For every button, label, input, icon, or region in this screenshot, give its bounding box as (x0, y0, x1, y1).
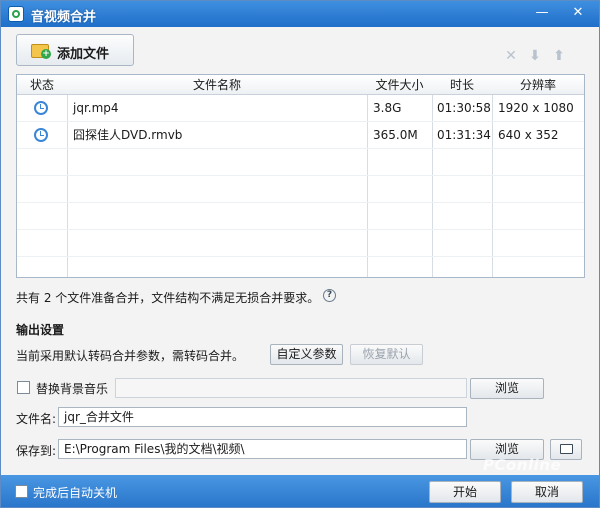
file-name: 囧探佳人DVD.rmvb (73, 128, 183, 142)
move-up-icon[interactable]: ⬆ (552, 49, 566, 63)
file-duration: 01:31:34 (437, 128, 491, 142)
file-duration: 01:30:58 (437, 101, 491, 115)
file-resolution: 1920 x 1080 (498, 101, 574, 115)
start-button[interactable]: 开始 (429, 481, 501, 503)
file-size: 3.8G (373, 101, 402, 115)
file-name: jqr.mp4 (73, 101, 119, 115)
app-icon (8, 6, 24, 22)
filename-input[interactable]: jqr_合并文件 (58, 407, 467, 427)
header-status[interactable]: 状态 (17, 75, 67, 95)
minimize-button[interactable]: — (533, 4, 551, 22)
window-title: 音视频合并 (31, 10, 97, 25)
auto-shutdown-label: 完成后自动关机 (33, 486, 118, 500)
file-resolution: 640 x 352 (498, 128, 559, 142)
file-size: 365.0M (373, 128, 418, 142)
param-status-text: 当前采用默认转码合并参数，需转码合并。 (16, 349, 245, 363)
save-path-input[interactable]: E:\Program Files\我的文档\视频\ (58, 439, 467, 459)
clock-icon (34, 128, 48, 142)
file-table: 状态 文件名称 文件大小 时长 分辨率 jqr.mp4 3.8G 01:30:5… (16, 74, 585, 278)
merge-window: 音视频合并 — ✕ + 添加文件 ✕ ⬇ ⬆ 状态 文件名称 文件大小 时长 分… (0, 0, 600, 508)
merge-info-text: 共有 2 个文件准备合并，文件结构不满足无损合并要求。 (16, 291, 320, 305)
music-path-input[interactable] (115, 378, 467, 398)
header-filename[interactable]: 文件名称 (67, 75, 367, 95)
folder-add-icon: + (31, 44, 51, 59)
title-bar: 音视频合并 — ✕ (1, 1, 599, 27)
table-row-empty (17, 176, 584, 203)
table-row-empty (17, 230, 584, 257)
footer-bar: 完成后自动关机 开始 取消 (1, 475, 599, 507)
table-row-empty (17, 149, 584, 176)
cancel-button[interactable]: 取消 (511, 481, 583, 503)
table-header: 状态 文件名称 文件大小 时长 分辨率 (17, 75, 584, 95)
clock-icon (34, 101, 48, 115)
delete-icon[interactable]: ✕ (504, 49, 518, 63)
table-row[interactable]: jqr.mp4 3.8G 01:30:58 1920 x 1080 (17, 95, 584, 122)
table-row[interactable]: 囧探佳人DVD.rmvb 365.0M 01:31:34 640 x 352 (17, 122, 584, 149)
browse-music-button[interactable]: 浏览 (470, 378, 544, 399)
save-path-label: 保存到: (16, 444, 57, 458)
filename-label: 文件名: (16, 412, 57, 426)
header-filesize[interactable]: 文件大小 (367, 75, 432, 95)
header-resolution[interactable]: 分辨率 (492, 75, 584, 95)
custom-params-button[interactable]: 自定义参数 (270, 344, 343, 365)
header-duration[interactable]: 时长 (432, 75, 492, 95)
help-icon[interactable]: ? (323, 289, 336, 302)
watermark-logo: PConline (483, 456, 562, 474)
move-down-icon[interactable]: ⬇ (528, 49, 542, 63)
replace-music-checkbox[interactable] (17, 381, 30, 394)
close-button[interactable]: ✕ (569, 4, 587, 22)
replace-music-label: 替换背景音乐 (36, 382, 109, 396)
add-file-label: 添加文件 (57, 47, 110, 62)
table-row-empty (17, 203, 584, 230)
auto-shutdown-checkbox[interactable] (15, 485, 28, 498)
add-file-button[interactable]: + 添加文件 (16, 34, 134, 66)
output-settings-title: 输出设置 (16, 323, 65, 337)
restore-default-button[interactable]: 恢复默认 (350, 344, 423, 365)
open-folder-icon (560, 444, 573, 454)
